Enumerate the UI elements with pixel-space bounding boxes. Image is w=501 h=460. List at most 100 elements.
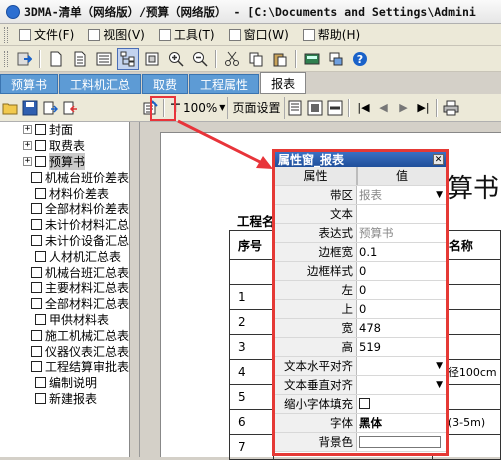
property-row[interactable]: 背景色 — [275, 433, 446, 452]
tree-checkbox[interactable] — [35, 392, 46, 404]
tree-checkbox[interactable] — [30, 203, 42, 215]
tree-item[interactable]: 人材机汇总表 — [0, 248, 129, 264]
expand-icon[interactable]: + — [23, 125, 32, 135]
print-icon[interactable] — [441, 97, 461, 119]
tree-item[interactable]: 甲供材料表 — [0, 312, 129, 328]
property-value[interactable] — [357, 433, 446, 451]
tab-material-summary[interactable]: 工料机汇总 — [59, 74, 142, 94]
tree-checkbox[interactable] — [35, 187, 46, 199]
close-icon[interactable]: ✕ — [433, 154, 444, 165]
property-row[interactable]: 上0 — [275, 300, 446, 319]
tree-checkbox[interactable] — [30, 329, 42, 341]
tree-item[interactable]: 全部材料汇总表 — [0, 296, 129, 312]
property-value[interactable]: 黑体 — [357, 414, 446, 432]
tree-checkbox[interactable] — [30, 171, 42, 183]
tree-item[interactable]: 全部材料价差表 — [0, 201, 129, 217]
tree-view-icon[interactable] — [117, 47, 139, 70]
fit-page-icon[interactable] — [305, 97, 325, 119]
tree-item[interactable]: 未计价材料汇总 — [0, 217, 129, 233]
document-icon[interactable] — [69, 48, 91, 70]
tree-item[interactable]: + 封面 — [0, 122, 129, 138]
save-icon[interactable] — [20, 97, 40, 119]
tree-checkbox[interactable] — [35, 155, 46, 167]
tree-checkbox[interactable] — [35, 124, 46, 136]
property-value[interactable]: 0 — [357, 281, 446, 299]
property-row[interactable]: 字体 黑体 — [275, 414, 446, 433]
copy-icon[interactable] — [245, 48, 267, 70]
menu-window[interactable]: 窗口(W) — [222, 25, 296, 45]
shrink-font-checkbox[interactable] — [359, 398, 370, 409]
tree-item[interactable]: 工程结算审批表 — [0, 359, 129, 375]
tree-item[interactable]: 机械台班汇总表 — [0, 264, 129, 280]
tab-reports[interactable]: 报表 — [260, 72, 307, 94]
pane-splitter[interactable] — [130, 122, 140, 457]
expand-icon[interactable]: + — [23, 141, 32, 151]
single-page-icon[interactable] — [285, 97, 305, 119]
zoom-select[interactable]: ⊤ 100% ▼ — [168, 97, 227, 119]
expand-icon[interactable]: + — [23, 156, 32, 166]
property-value[interactable]: 519 — [357, 338, 446, 356]
property-row[interactable]: 文本水平对齐 ▼ — [275, 357, 446, 376]
property-row[interactable]: 边框宽 0.1 — [275, 243, 446, 262]
next-page-icon[interactable]: ▶ — [393, 97, 413, 119]
tab-project-properties[interactable]: 工程属性 — [189, 74, 260, 94]
fit-width-icon[interactable] — [325, 97, 345, 119]
tab-fees[interactable]: 取费 — [142, 74, 189, 94]
property-row[interactable]: 表达式 预算书 — [275, 224, 446, 243]
help-icon[interactable]: ? — [349, 48, 371, 70]
tree-checkbox[interactable] — [30, 219, 42, 231]
chevron-down-icon[interactable]: ▼ — [436, 186, 443, 204]
new-file-icon[interactable] — [45, 48, 67, 70]
property-value[interactable]: 478 — [357, 319, 446, 337]
property-row[interactable]: 高 519 — [275, 338, 446, 357]
tree-item[interactable]: 新建报表 — [0, 391, 129, 407]
tree-item[interactable]: 未计价设备汇总 — [0, 233, 129, 249]
tree-checkbox[interactable] — [30, 298, 42, 310]
box-icon[interactable] — [141, 48, 163, 70]
tree-checkbox[interactable] — [30, 266, 42, 278]
import-report-icon[interactable] — [40, 97, 60, 119]
tree-item[interactable]: + 预算书 — [0, 153, 129, 170]
tree-checkbox[interactable] — [30, 234, 42, 246]
property-value[interactable]: 0 — [357, 262, 446, 280]
menu-file[interactable]: 文件(F) — [12, 25, 81, 45]
last-page-icon[interactable]: ▶| — [413, 97, 433, 119]
property-value[interactable]: 预算书 — [357, 224, 446, 242]
property-value[interactable]: 0.1 — [357, 243, 446, 261]
calculator-icon[interactable] — [301, 48, 323, 70]
property-row[interactable]: 带区 报表 ▼ — [275, 186, 446, 205]
cut-icon[interactable] — [221, 48, 243, 70]
toolbar-grip[interactable] — [4, 50, 8, 67]
property-row[interactable]: 文本 — [275, 205, 446, 224]
tree-checkbox[interactable] — [35, 313, 46, 325]
tree-item[interactable]: 施工机械汇总表 — [0, 327, 129, 343]
tab-budget[interactable]: 预算书 — [0, 74, 59, 94]
tree-checkbox[interactable] — [35, 250, 46, 262]
tree-checkbox[interactable] — [35, 377, 46, 389]
prev-page-icon[interactable]: ◀ — [373, 97, 393, 119]
options-icon[interactable] — [325, 48, 347, 70]
property-value[interactable]: 0 — [357, 300, 446, 318]
menu-help[interactable]: 帮助(H) — [296, 25, 367, 45]
property-row[interactable]: 缩小字体填充 — [275, 395, 446, 414]
property-value[interactable]: 报表 ▼ — [357, 186, 446, 204]
property-value[interactable]: ▼ — [357, 357, 446, 375]
tree-item[interactable]: 编制说明 — [0, 375, 129, 391]
tree-item[interactable]: + 取费表 — [0, 138, 129, 154]
tree-checkbox[interactable] — [30, 361, 42, 373]
toolbar-grip[interactable] — [4, 26, 8, 43]
menu-view[interactable]: 视图(V) — [81, 25, 152, 45]
exit-icon[interactable] — [13, 48, 35, 70]
property-row[interactable]: 宽 478 — [275, 319, 446, 338]
chevron-down-icon[interactable]: ▼ — [436, 376, 443, 394]
property-value[interactable] — [357, 205, 446, 223]
tree-item[interactable]: 仪器仪表汇总表 — [0, 343, 129, 359]
zoom-out-icon[interactable] — [189, 48, 211, 70]
tree-checkbox[interactable] — [30, 345, 42, 357]
export-report-icon[interactable] — [60, 97, 80, 119]
property-value[interactable] — [357, 395, 446, 413]
property-row[interactable]: 边框样式 0 — [275, 262, 446, 281]
list-icon[interactable] — [93, 48, 115, 70]
property-window-titlebar[interactable]: 属性窗_报表 ✕ — [275, 152, 446, 167]
tree-item[interactable]: 材料价差表 — [0, 185, 129, 201]
